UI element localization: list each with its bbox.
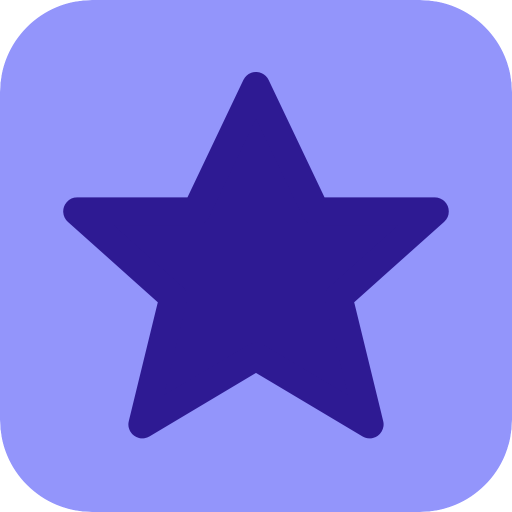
star-icon-graphic [0, 0, 512, 512]
app-icon-tile [0, 0, 512, 512]
